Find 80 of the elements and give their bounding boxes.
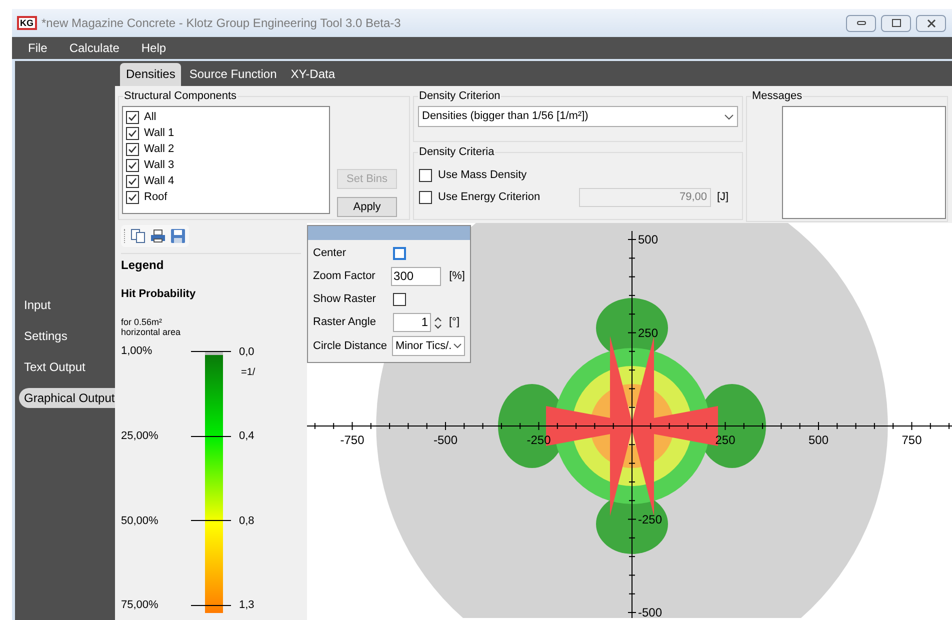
group-title: Density Criteria xyxy=(418,145,496,159)
legend-title: Legend xyxy=(121,257,165,274)
checkbox[interactable] xyxy=(126,190,139,204)
center-checkbox[interactable] xyxy=(393,247,406,260)
close-icon xyxy=(926,18,936,28)
checkbox[interactable] xyxy=(126,142,139,156)
group-title: Density Criterion xyxy=(418,89,502,103)
checkbox[interactable] xyxy=(126,158,139,172)
sidebar-item[interactable]: Graphical Output xyxy=(19,388,115,408)
copy-icon[interactable] xyxy=(130,228,146,244)
group-title: Structural Components xyxy=(123,89,238,103)
action-button[interactable]: Apply xyxy=(337,197,397,217)
menu-item[interactable]: File xyxy=(28,39,48,57)
sidebar-item[interactable]: Input xyxy=(19,295,115,315)
energy-field[interactable]: 79,00 xyxy=(579,188,711,206)
save-icon[interactable] xyxy=(170,228,186,244)
tab[interactable]: XY-Data xyxy=(284,63,341,86)
tab[interactable]: Source Function xyxy=(183,63,283,86)
density-criterion-select[interactable]: Densities (bigger than 1/56 [1/m²]) xyxy=(418,106,738,127)
raster-angle-field[interactable]: 1 xyxy=(393,313,431,332)
menu-item[interactable]: Calculate xyxy=(69,39,120,57)
probability-label: 25,00% xyxy=(121,428,160,444)
sidebar-item[interactable]: Text Output xyxy=(19,357,115,377)
component-label: Wall 4 xyxy=(144,174,174,189)
checkbox[interactable] xyxy=(419,168,432,182)
axis-label: -500 xyxy=(433,433,458,447)
unit-label: [J] xyxy=(717,190,729,205)
axis-label: -250 xyxy=(638,512,662,526)
messages-box[interactable] xyxy=(782,106,946,219)
component-label: All xyxy=(144,110,156,125)
option-label: Use Energy Criterion xyxy=(438,190,542,205)
component-label: Roof xyxy=(144,190,168,205)
window-title: *new Magazine Concrete - Klotz Group Engineering Tool 3.0 Beta-3 xyxy=(42,15,401,32)
scale-value-label: 0,0 xyxy=(239,344,254,358)
center-label: Center xyxy=(313,246,348,262)
unit-label: [°] xyxy=(449,315,460,330)
circle-distance-select[interactable]: Minor Tics/. xyxy=(392,336,465,356)
axis-label: 500 xyxy=(808,433,829,447)
group-title: Messages xyxy=(751,89,804,103)
tab[interactable]: Densities xyxy=(120,63,182,86)
component-label: Wall 2 xyxy=(144,142,174,157)
app-logo: KG xyxy=(17,16,36,30)
sidebar-item[interactable]: Settings xyxy=(19,326,115,346)
maximize-button[interactable] xyxy=(881,14,911,32)
axis-label: -500 xyxy=(638,606,662,618)
axis-label: 500 xyxy=(638,232,658,246)
close-button[interactable] xyxy=(916,14,946,32)
legend-subtitle: Hit Probability xyxy=(121,287,197,302)
axis-label: 250 xyxy=(638,326,658,340)
scale-value-note: =1/ xyxy=(241,366,256,380)
component-label: Wall 1 xyxy=(144,126,174,141)
scale-value-label: 0,4 xyxy=(239,429,254,444)
legend-note: for 0.56m² xyxy=(121,316,164,326)
spinner-arrows-icon[interactable] xyxy=(433,314,443,330)
option-label: Use Mass Density xyxy=(438,168,528,183)
raster-angle-label: Raster Angle xyxy=(313,315,377,330)
checkbox[interactable] xyxy=(126,110,139,124)
unit-label: [%] xyxy=(449,269,465,284)
axis-label: 750 xyxy=(902,433,922,447)
zoom-factor-field[interactable]: 300 xyxy=(390,267,442,286)
checkbox[interactable] xyxy=(419,190,432,204)
menu-item[interactable]: Help xyxy=(141,39,166,57)
circle-distance-label: Circle Distance xyxy=(313,338,388,354)
probability-label: 75,00% xyxy=(121,598,160,614)
chevron-down-icon xyxy=(724,114,734,120)
checkbox[interactable] xyxy=(126,174,139,188)
print-icon[interactable] xyxy=(150,228,166,244)
legend-note: horizontal area xyxy=(121,326,182,336)
scale-value-label: 1,3 xyxy=(239,598,254,612)
scale-value-label: 0,8 xyxy=(239,514,254,528)
zoom-factor-label: Zoom Factor xyxy=(313,269,376,284)
show-raster-label: Show Raster xyxy=(313,292,377,308)
chevron-down-icon xyxy=(453,343,462,349)
checkbox[interactable] xyxy=(126,126,139,140)
probability-label: 50,00% xyxy=(121,514,160,529)
minimize-button[interactable] xyxy=(846,14,876,32)
component-label: Wall 3 xyxy=(144,158,174,173)
show-raster-checkbox[interactable] xyxy=(393,293,406,306)
probability-label: 1,00% xyxy=(121,344,154,360)
axis-label: -750 xyxy=(340,433,364,447)
